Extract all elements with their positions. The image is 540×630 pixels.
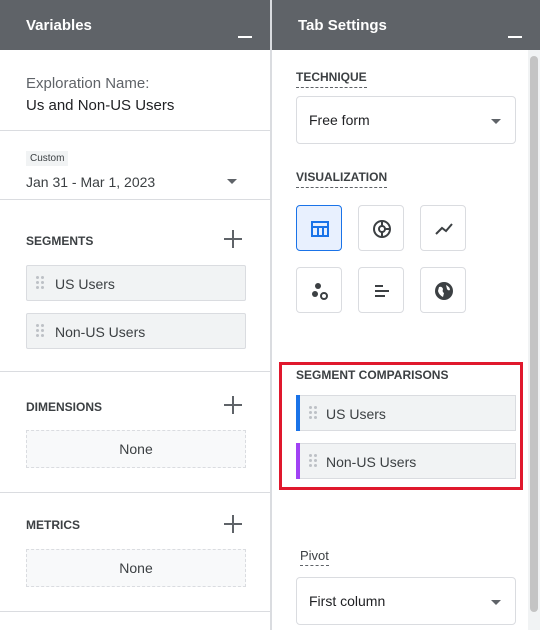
dimensions-label: DIMENSIONS	[26, 400, 103, 414]
scrollbar-thumb[interactable]	[530, 56, 538, 612]
viz-scatter-button[interactable]	[296, 267, 342, 313]
date-range-value: Jan 31 - Mar 1, 2023	[26, 174, 156, 190]
table-icon	[311, 221, 329, 237]
tab-settings-panel: Tab Settings TECHNIQUE Free form VISUALI…	[272, 0, 540, 630]
date-dropdown-icon[interactable]	[227, 179, 237, 184]
add-segment-icon[interactable]	[224, 230, 242, 248]
bar-chart-icon	[375, 285, 389, 297]
collapse-variables-icon[interactable]	[238, 36, 252, 38]
segments-label: SEGMENTS	[26, 234, 94, 248]
metrics-label: METRICS	[26, 518, 80, 532]
segment-chip-label: US Users	[55, 276, 115, 292]
technique-value: Free form	[309, 112, 370, 128]
viz-table-button[interactable]	[296, 205, 342, 251]
segment-chip-us-users[interactable]: US Users	[26, 265, 246, 301]
chevron-down-icon	[491, 119, 501, 124]
segment-comparisons-highlight-box	[279, 362, 523, 490]
add-dimension-icon[interactable]	[224, 396, 242, 414]
date-custom-tag: Custom	[26, 151, 69, 166]
add-metric-icon[interactable]	[224, 515, 242, 533]
viz-line-button[interactable]	[420, 205, 466, 251]
technique-select[interactable]: Free form	[296, 96, 516, 144]
drag-handle-icon[interactable]	[36, 324, 44, 340]
pivot-value: First column	[309, 593, 386, 609]
date-range-picker[interactable]: Custom Jan 31 - Mar 1, 2023	[0, 131, 270, 200]
tab-settings-header: Tab Settings	[272, 0, 540, 50]
viz-bar-button[interactable]	[358, 267, 404, 313]
geo-map-icon	[435, 282, 453, 300]
line-chart-icon	[435, 223, 453, 235]
segment-chip-label: Non-US Users	[55, 324, 146, 340]
visualization-label: VISUALIZATION	[296, 170, 388, 188]
tab-settings-title: Tab Settings	[298, 17, 387, 34]
dimensions-empty-slot[interactable]: None	[26, 430, 246, 468]
pivot-select[interactable]: First column	[296, 577, 516, 625]
chevron-down-icon	[491, 600, 501, 605]
segment-chip-non-us-users[interactable]: Non-US Users	[26, 313, 246, 349]
pivot-label: Pivot	[300, 548, 329, 566]
dimensions-section: DIMENSIONS None	[0, 372, 270, 493]
exploration-name-section[interactable]: Exploration Name: Us and Non-US Users	[0, 50, 270, 131]
donut-chart-icon	[373, 220, 391, 238]
technique-label: TECHNIQUE	[296, 70, 367, 88]
exploration-name-value[interactable]: Us and Non-US Users	[26, 97, 174, 114]
collapse-tab-settings-icon[interactable]	[508, 36, 522, 38]
viz-donut-button[interactable]	[358, 205, 404, 251]
drag-handle-icon[interactable]	[36, 276, 44, 292]
metrics-section: METRICS None	[0, 493, 270, 612]
variables-title: Variables	[26, 17, 92, 34]
metrics-empty-slot[interactable]: None	[26, 549, 246, 587]
variables-panel: Variables Exploration Name: Us and Non-U…	[0, 0, 272, 630]
scatter-plot-icon	[312, 283, 328, 300]
exploration-name-label: Exploration Name:	[26, 75, 150, 92]
segments-section: SEGMENTS US Users Non-US Users	[0, 200, 270, 372]
variables-header: Variables	[0, 0, 270, 50]
viz-geo-button[interactable]	[420, 267, 466, 313]
